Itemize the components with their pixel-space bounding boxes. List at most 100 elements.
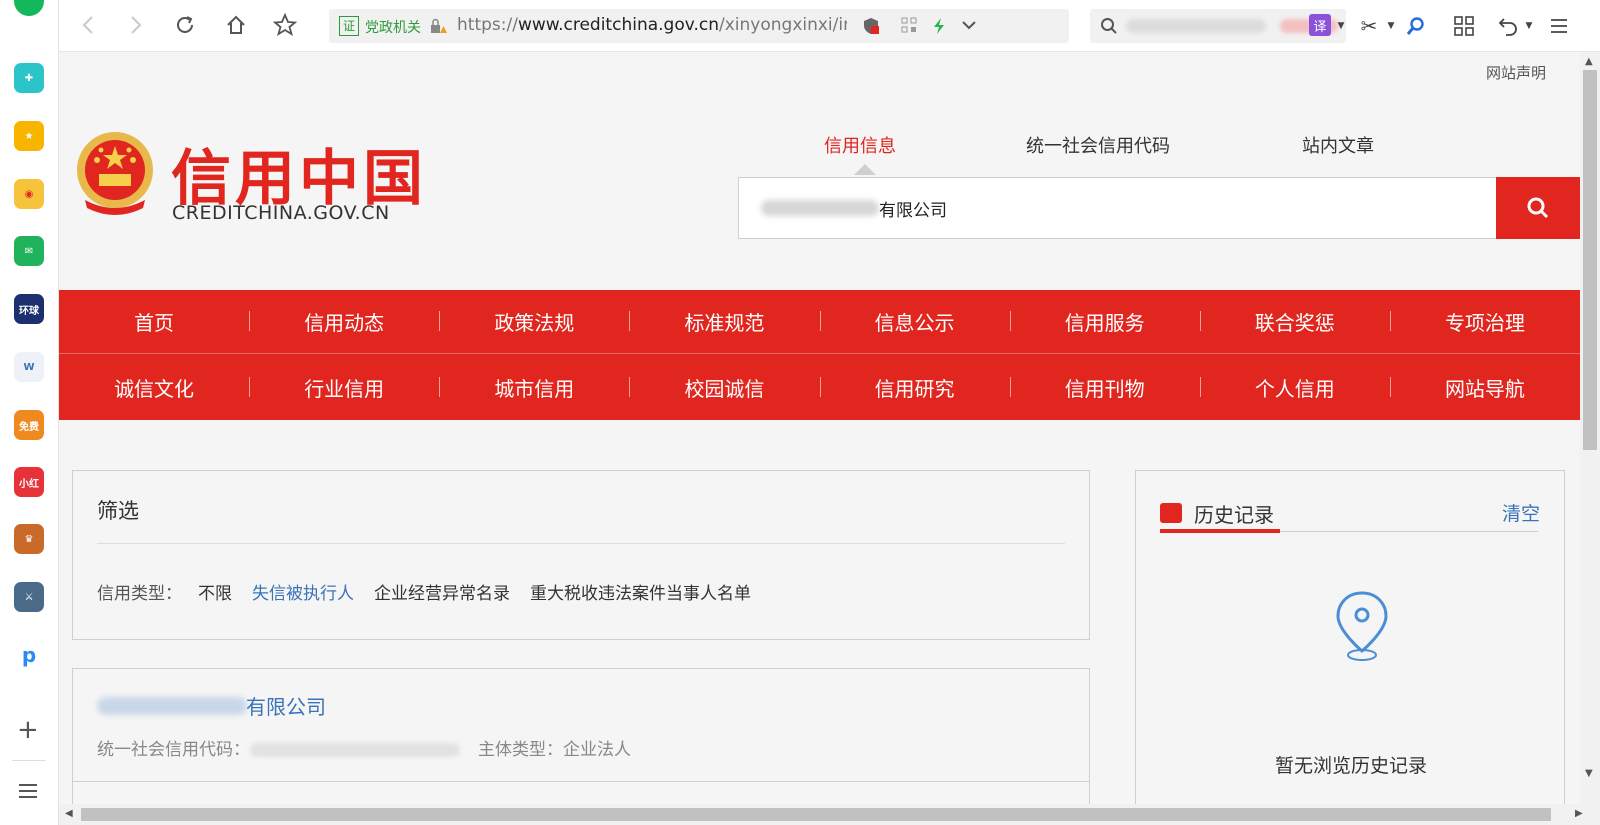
tab-site-articles[interactable]: 站内文章 (1302, 132, 1374, 158)
shield-block-icon[interactable] (862, 17, 880, 35)
back-icon[interactable] (75, 12, 101, 38)
search-tabs: 信用信息 统一社会信用代码 站内文章 (824, 132, 1580, 175)
nav-item-personal-credit[interactable]: 个人信用 (1199, 373, 1390, 402)
location-pin-icon (1332, 589, 1392, 683)
history-title: 历史记录 (1194, 503, 1274, 527)
history-panel: 历史记录 清空 暂无浏览历史记录 (1135, 470, 1565, 804)
forward-icon[interactable] (123, 12, 149, 38)
credit-type-filter: 信用类型： 不限 失信被执行人 企业经营异常名录 重大税收违法案件当事人名单 (97, 579, 771, 604)
list-menu-icon[interactable] (19, 784, 39, 802)
dropdown-arrow-icon[interactable]: ▼ (1379, 14, 1403, 38)
scroll-down-arrow-icon[interactable]: ▼ (1585, 768, 1593, 779)
blurred-credit-code (250, 743, 460, 757)
tab-credit-info[interactable]: 信用信息 (824, 132, 896, 175)
page-content: 网站声明 信用中国 CREDITCHINA.GOV.CN 信用信息 统一社会信用… (59, 52, 1580, 804)
horizontal-scroll-thumb[interactable] (81, 808, 1551, 821)
filter-panel: 筛选 信用类型： 不限 失信被执行人 企业经营异常名录 重大税收违法案件当事人名… (72, 470, 1090, 640)
nav-item-standards[interactable]: 标准规范 (629, 307, 819, 336)
active-tab-caret (854, 164, 876, 175)
reload-icon[interactable] (172, 12, 198, 38)
history-title-underline (1160, 529, 1280, 533)
address-bar[interactable]: 证 党政机关 https://www.creditchina.gov.cn/xi… (329, 9, 1069, 43)
word-doc-icon[interactable]: W (14, 352, 44, 382)
add-app-icon[interactable]: + (17, 715, 39, 745)
filter-option-dishonest-executed[interactable]: 失信被执行人 (252, 579, 354, 604)
mail-icon[interactable]: ✉ (14, 236, 44, 266)
magnifier-icon[interactable] (1404, 14, 1428, 38)
blurred-result-name (97, 697, 247, 715)
site-logo-en: CREDITCHINA.GOV.CN (172, 202, 390, 224)
app-sidebar: ✚ ★ ◉ ✉ 环球 W 免费 小红 ♛ ⚔ p + (0, 0, 59, 825)
horizontal-scrollbar[interactable]: ◀ ▶ (59, 804, 1600, 825)
cert-badge-icon[interactable]: 证 (339, 16, 359, 36)
translate-icon[interactable]: 译 (1309, 14, 1331, 36)
game-icon-2[interactable]: ⚔ (14, 582, 44, 612)
app-icon-p[interactable]: p (14, 640, 44, 670)
hamburger-menu-icon[interactable] (1547, 14, 1571, 38)
weibo-icon[interactable]: ◉ (14, 179, 44, 209)
main-nav-row-1: 首页 信用动态 政策法规 标准规范 信息公示 信用服务 联合奖惩 专项治理 (59, 290, 1580, 354)
lightning-icon[interactable] (931, 17, 949, 35)
filter-option-tax-violation[interactable]: 重大税收违法案件当事人名单 (530, 579, 751, 604)
site-statement-link[interactable]: 网站声明 (1486, 62, 1546, 83)
national-emblem-icon (73, 130, 157, 216)
app-icon-plus-cross[interactable]: ✚ (14, 63, 44, 93)
scissors-icon[interactable]: ✂ (1357, 14, 1381, 38)
nav-item-site-navigation[interactable]: 网站导航 (1389, 373, 1580, 402)
vertical-scrollbar[interactable]: ▲ ▼ (1580, 52, 1600, 804)
credit-type-label: 信用类型： (97, 584, 182, 604)
home-icon[interactable] (223, 12, 249, 38)
chevron-down-icon[interactable] (961, 17, 979, 35)
app-icon-green[interactable] (14, 0, 44, 16)
scroll-right-arrow-icon[interactable]: ▶ (1575, 808, 1583, 819)
lock-warning-icon[interactable] (429, 17, 447, 35)
filter-option-abnormal-operation[interactable]: 企业经营异常名录 (374, 579, 510, 604)
nav-item-city-credit[interactable]: 城市信用 (439, 373, 629, 402)
app-icon-star[interactable]: ★ (14, 121, 44, 151)
url-text[interactable]: https://www.creditchina.gov.cn/xinyongxi… (457, 15, 847, 35)
filter-option-all[interactable]: 不限 (198, 579, 232, 604)
empty-history-text: 暂无浏览历史记录 (1274, 755, 1427, 777)
app-icon-news[interactable]: 环球 (14, 294, 44, 324)
nav-item-credit-research[interactable]: 信用研究 (819, 373, 1010, 402)
result-meta: 统一社会信用代码： 主体类型：企业法人 (97, 735, 631, 760)
game-icon[interactable]: ♛ (14, 524, 44, 554)
app-icon-novel[interactable]: 免费 (14, 410, 44, 440)
cert-org-label: 党政机关 (365, 20, 421, 36)
result-company-name-link[interactable]: 有限公司 (246, 691, 326, 720)
browser-search-box[interactable] (1090, 9, 1346, 43)
main-nav-row-2: 诚信文化 行业信用 城市信用 校园诚信 信用研究 信用刊物 个人信用 网站导航 (59, 355, 1580, 419)
nav-item-disclosure[interactable]: 信息公示 (819, 307, 1010, 336)
nav-item-credit-publications[interactable]: 信用刊物 (1009, 373, 1200, 402)
nav-item-credit-services[interactable]: 信用服务 (1009, 307, 1200, 336)
search-button[interactable] (1496, 177, 1580, 239)
nav-item-integrity-culture[interactable]: 诚信文化 (59, 373, 249, 402)
scroll-left-arrow-icon[interactable]: ◀ (65, 808, 73, 819)
nav-item-home[interactable]: 首页 (59, 307, 249, 336)
subject-type-label: 主体类型： (478, 740, 563, 760)
result-separator (73, 781, 1089, 782)
grid-apps-icon[interactable] (1452, 14, 1476, 38)
nav-item-credit-news[interactable]: 信用动态 (249, 307, 439, 336)
browser-toolbar: 证 党政机关 https://www.creditchina.gov.cn/xi… (59, 0, 1600, 52)
nav-item-campus-integrity[interactable]: 校园诚信 (629, 373, 819, 402)
nav-item-special-governance[interactable]: 专项治理 (1389, 307, 1580, 336)
nav-item-policies[interactable]: 政策法规 (439, 307, 629, 336)
dropdown-arrow-icon[interactable]: ▼ (1517, 14, 1541, 38)
blurred-query (1126, 19, 1266, 33)
bookmark-star-icon[interactable] (272, 12, 298, 38)
qr-code-icon[interactable] (901, 17, 919, 35)
dropdown-arrow-icon[interactable]: ▼ (1329, 14, 1353, 38)
vertical-scroll-thumb[interactable] (1583, 70, 1597, 450)
search-icon (1527, 197, 1549, 219)
nav-item-rewards-penalties[interactable]: 联合奖惩 (1199, 307, 1390, 336)
tab-credit-code[interactable]: 统一社会信用代码 (1026, 132, 1170, 158)
nav-item-industry-credit[interactable]: 行业信用 (249, 373, 439, 402)
clear-history-button[interactable]: 清空 (1502, 499, 1540, 526)
blurred-company-name (761, 200, 879, 216)
credit-search-input[interactable]: 有限公司 (738, 177, 1580, 239)
app-icon-red[interactable]: 小红 (14, 467, 44, 497)
search-query-suffix: 有限公司 (879, 201, 947, 221)
scroll-up-arrow-icon[interactable]: ▲ (1585, 56, 1593, 67)
sidebar-divider (12, 760, 46, 761)
